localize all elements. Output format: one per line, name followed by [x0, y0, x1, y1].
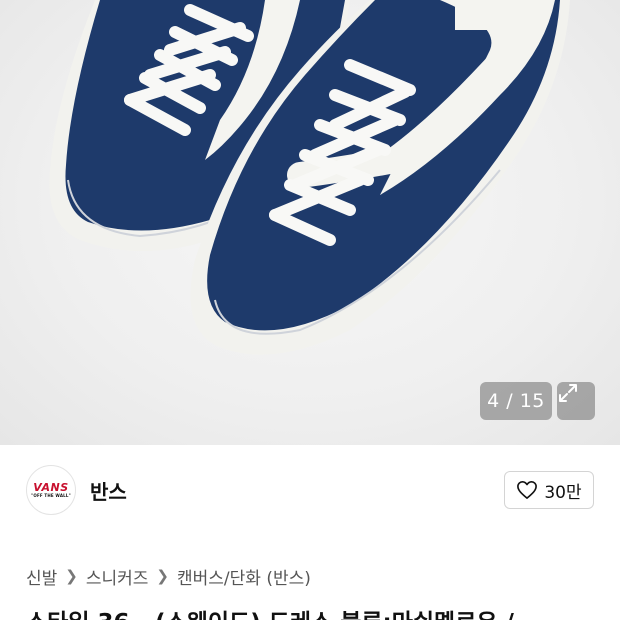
product-image-carousel[interactable]: 4 / 15 [0, 0, 620, 445]
brand-row: VANS "OFF THE WALL" 반스 30만 [0, 445, 620, 540]
chevron-right-icon: ❯ [65, 567, 78, 585]
heart-icon [517, 481, 538, 499]
brand-name[interactable]: 반스 [90, 476, 127, 505]
like-button[interactable]: 30만 [504, 471, 594, 509]
like-count: 30만 [544, 482, 582, 503]
brand-logo-subtext: "OFF THE WALL" [31, 492, 71, 498]
product-title: 스타일 36 - (스웨이드) 드레스 블루:마쉬멜로우 / [26, 603, 620, 620]
brand-logo-text: VANS [33, 480, 69, 494]
image-counter: 4 / 15 [480, 382, 552, 420]
expand-icon [559, 384, 577, 402]
chevron-right-icon: ❯ [156, 567, 169, 585]
breadcrumb: 신발 ❯ 스니커즈 ❯ 캔버스/단화 (반스) [26, 563, 311, 589]
brand-logo[interactable]: VANS "OFF THE WALL" [26, 465, 76, 515]
expand-button[interactable] [557, 382, 595, 420]
breadcrumb-item-sneakers[interactable]: 스니커즈 [86, 564, 149, 589]
breadcrumb-item-canvas[interactable]: 캔버스/단화 (반스) [177, 564, 311, 589]
sneaker-pair-image [49, 0, 570, 355]
breadcrumb-item-shoes[interactable]: 신발 [26, 564, 57, 589]
